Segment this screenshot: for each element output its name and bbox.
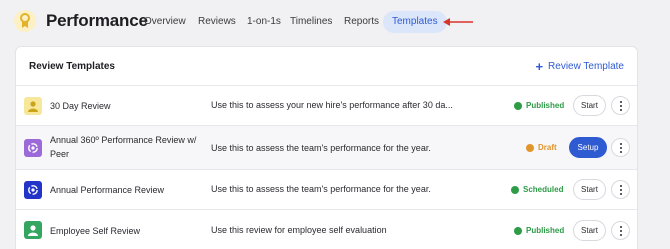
award-logo-icon bbox=[14, 10, 36, 32]
tab-reviews[interactable]: Reviews bbox=[198, 16, 236, 28]
template-name: 30 Day Review bbox=[50, 101, 111, 111]
annotation-arrow-icon bbox=[443, 18, 473, 26]
check-circle-icon bbox=[514, 226, 522, 235]
start-button[interactable]: Start bbox=[573, 95, 606, 116]
more-options-icon[interactable] bbox=[611, 180, 630, 199]
start-button[interactable]: Start bbox=[573, 220, 606, 241]
status-label: Draft bbox=[538, 143, 557, 152]
template-name: Employee Self Review bbox=[50, 226, 141, 236]
check-circle-icon bbox=[514, 101, 522, 110]
status-badge: Published bbox=[514, 101, 564, 110]
more-options-icon[interactable] bbox=[611, 221, 630, 240]
tab-1-on-1s[interactable]: 1-on-1s bbox=[247, 16, 281, 28]
status-label: Published bbox=[526, 101, 565, 110]
status-label: Scheduled bbox=[523, 185, 564, 194]
tab-timelines[interactable]: Timelines bbox=[290, 16, 332, 28]
template-row[interactable]: Annual 360º Performance Review w/ Peer U… bbox=[16, 125, 637, 169]
person-icon bbox=[24, 221, 42, 239]
more-options-icon[interactable] bbox=[611, 138, 630, 157]
tab-overview[interactable]: Overview bbox=[144, 16, 186, 28]
360-icon bbox=[24, 181, 42, 199]
status-label: Published bbox=[526, 226, 565, 235]
tab-templates[interactable]: Templates bbox=[383, 11, 447, 33]
status-badge: Scheduled bbox=[511, 185, 563, 194]
template-name: Annual 360º Performance Review w/ Peer bbox=[50, 135, 197, 159]
tab-reports[interactable]: Reports bbox=[344, 16, 379, 28]
check-circle-icon bbox=[511, 185, 519, 194]
top-bar: Performance Overview Reviews 1-on-1s Tim… bbox=[0, 0, 670, 44]
review-templates-card: Review Templates + Review Template 30 Da… bbox=[15, 46, 638, 249]
add-review-template-label: Review Template bbox=[548, 61, 624, 72]
status-badge: Published bbox=[514, 226, 564, 235]
person-icon bbox=[24, 97, 42, 115]
template-name: Annual Performance Review bbox=[50, 185, 165, 195]
card-title: Review Templates bbox=[29, 61, 115, 72]
status-badge: Draft bbox=[526, 143, 557, 152]
template-row[interactable]: Employee Self Review Use this review for… bbox=[16, 209, 637, 249]
plus-icon: + bbox=[535, 58, 544, 74]
setup-button[interactable]: Setup bbox=[569, 137, 607, 158]
template-description: Use this to assess your new hire's perfo… bbox=[211, 100, 453, 110]
app-title: Performance bbox=[46, 11, 148, 30]
more-options-icon[interactable] bbox=[611, 96, 630, 115]
add-review-template-button[interactable]: + Review Template bbox=[535, 60, 624, 73]
template-description: Use this to assess the team's performanc… bbox=[211, 143, 431, 153]
template-row[interactable]: Annual Performance Review Use this to as… bbox=[16, 169, 637, 209]
clock-icon bbox=[526, 143, 534, 152]
start-button[interactable]: Start bbox=[573, 179, 606, 200]
template-row[interactable]: 30 Day Review Use this to assess your ne… bbox=[16, 85, 637, 125]
360-icon bbox=[24, 139, 42, 157]
template-description: Use this to assess the team's performanc… bbox=[211, 184, 431, 194]
template-description: Use this review for employee self evalua… bbox=[211, 225, 387, 235]
